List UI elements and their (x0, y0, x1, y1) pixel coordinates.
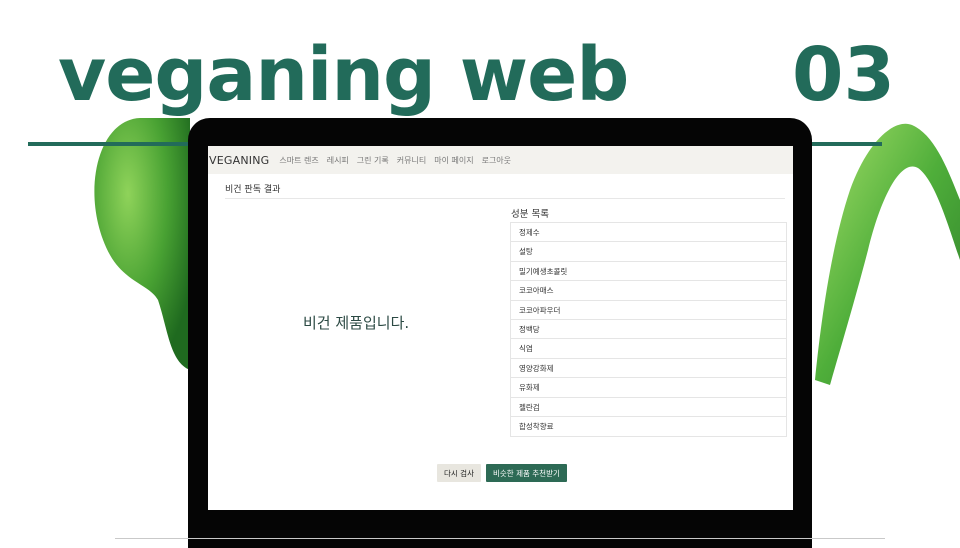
nav-green-record[interactable]: 그린 기록 (357, 155, 389, 166)
green-wave-shape (815, 123, 960, 386)
nav-smart-lens[interactable]: 스마트 렌즈 (279, 155, 318, 166)
right-rule (812, 142, 882, 146)
ingredient-item: 정백당 (511, 320, 786, 340)
nav-my-page[interactable]: 마이 페이지 (434, 155, 473, 166)
ingredient-list: 정제수 설탕 밀기예생초콜릿 코코아매스 코코아파우더 정백당 식염 영양강화제… (510, 222, 787, 438)
ingredient-item: 영양강화제 (511, 359, 786, 379)
recommend-button[interactable]: 비슷한 제품 추천받기 (486, 464, 567, 482)
nav-logout[interactable]: 로그아웃 (482, 155, 511, 166)
green-blob-shape (94, 118, 190, 370)
divider (225, 198, 785, 199)
nav-recipe[interactable]: 레시피 (327, 155, 349, 166)
left-rule (28, 142, 188, 146)
verdict-text: 비건 제품입니다. (303, 314, 410, 332)
ingredient-item: 유화제 (511, 378, 786, 398)
ingredient-item: 코코아매스 (511, 281, 786, 301)
navbar: VEGANING 스마트 렌즈 레시피 그린 기록 커뮤니티 마이 페이지 로그… (208, 146, 793, 174)
bottom-rule (115, 538, 885, 539)
retry-button[interactable]: 다시 검사 (437, 464, 481, 482)
ingredient-item: 코코아파우더 (511, 301, 786, 320)
hero-number: 03 (792, 32, 895, 118)
ingredient-item: 밀기예생초콜릿 (511, 262, 786, 282)
result-title: 비건 판독 결과 (225, 185, 281, 195)
nav-community[interactable]: 커뮤니티 (397, 155, 426, 166)
app-screen: VEGANING 스마트 렌즈 레시피 그린 기록 커뮤니티 마이 페이지 로그… (208, 146, 793, 510)
ingredient-item: 식염 (511, 339, 786, 359)
hero-title: veganing web (58, 32, 629, 118)
brand-logo[interactable]: VEGANING (209, 154, 269, 167)
ingredients-title: 성분 목록 (511, 209, 549, 220)
ingredient-item: 정제수 (511, 223, 786, 243)
ingredient-item: 설탕 (511, 242, 786, 262)
ingredient-item: 합성착향료 (519, 421, 554, 431)
ingredient-item: 젤란검 (511, 398, 786, 417)
